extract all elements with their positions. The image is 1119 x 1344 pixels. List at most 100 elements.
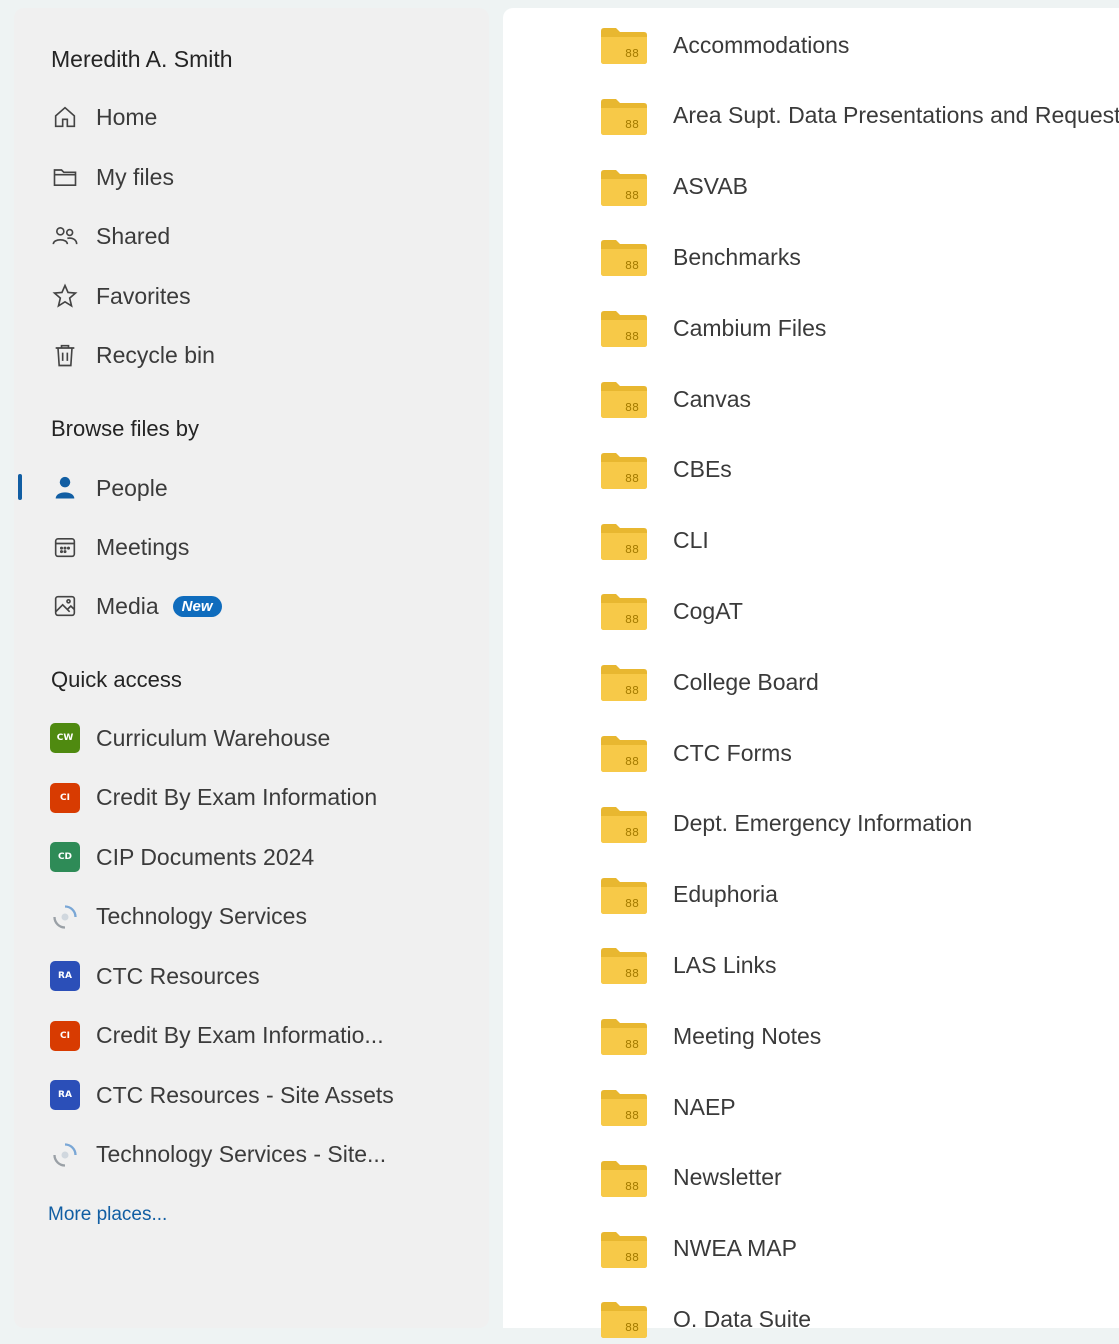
svg-text:88: 88 [625, 1321, 639, 1334]
folder-row[interactable]: 88 Eduphoria [599, 870, 778, 920]
quick-access-item[interactable]: CD CIP Documents 2024 [50, 837, 314, 877]
svg-text:88: 88 [625, 1038, 639, 1051]
svg-text:88: 88 [625, 897, 639, 910]
shared-folder-icon: 88 [599, 1016, 649, 1056]
site-icon: CI [50, 1020, 80, 1051]
folder-row[interactable]: 88 CogAT [599, 586, 743, 636]
folder-row[interactable]: 88 Newsletter [599, 1153, 782, 1203]
nav-favorites-label: Favorites [96, 282, 191, 309]
quick-access-label: Technology Services - Site... [96, 1141, 387, 1167]
folder-row[interactable]: 88 O. Data Suite [599, 1294, 811, 1344]
site-icon: RA [50, 961, 80, 991]
nav-favorites[interactable]: Favorites [50, 276, 191, 316]
quick-access-item[interactable]: CW Curriculum Warehouse [50, 718, 330, 758]
folder-name: Benchmarks [673, 243, 801, 270]
site-icon: CW [50, 723, 80, 753]
nav-shared[interactable]: Shared [50, 216, 170, 256]
folder-name: Eduphoria [673, 881, 778, 908]
nav-recycle-bin[interactable]: Recycle bin [50, 335, 215, 375]
nav-shared-label: Shared [96, 222, 171, 249]
home-icon [50, 102, 80, 132]
folder-name: CBEs [673, 456, 732, 483]
shared-folder-icon: 88 [599, 379, 649, 419]
folder-row[interactable]: 88 ASVAB [599, 162, 748, 212]
sidebar: Meredith A. Smith Home My files Shared F… [14, 8, 489, 1328]
new-badge: New [172, 595, 222, 617]
folder-row[interactable]: 88 College Board [599, 657, 819, 707]
svg-text:88: 88 [625, 401, 639, 414]
quick-access-item[interactable]: Technology Services [50, 897, 307, 937]
folder-icon [50, 162, 80, 192]
quick-access-label: Technology Services [96, 903, 307, 929]
folder-name: ASVAB [673, 173, 748, 200]
shared-folder-icon: 88 [599, 804, 649, 844]
browse-meetings[interactable]: Meetings [50, 527, 189, 567]
nav-home[interactable]: Home [50, 97, 157, 137]
browse-heading: Browse files by [51, 416, 199, 441]
shared-folder-icon: 88 [599, 1229, 649, 1269]
quick-access-item[interactable]: Technology Services - Site... [50, 1135, 386, 1175]
folder-row[interactable]: 88 Cambium Files [599, 303, 826, 353]
image-icon [50, 591, 80, 621]
quick-access-item[interactable]: CI Credit By Exam Informatio... [50, 1016, 384, 1056]
svg-text:88: 88 [625, 967, 639, 980]
folder-name: Accommodations [673, 31, 850, 58]
folder-row[interactable]: 88 NAEP [599, 1082, 736, 1132]
folder-row[interactable]: 88 CBEs [599, 445, 732, 495]
quick-access-label: Credit By Exam Informatio... [96, 1022, 384, 1048]
folder-row[interactable]: 88 NWEA MAP [599, 1224, 797, 1274]
svg-text:88: 88 [625, 613, 639, 626]
user-name: Meredith A. Smith [51, 46, 233, 72]
calendar-icon [50, 532, 80, 562]
folder-name: Canvas [673, 385, 751, 412]
svg-text:88: 88 [625, 47, 639, 60]
svg-text:88: 88 [625, 118, 639, 131]
folder-row[interactable]: 88 Dept. Emergency Information [599, 799, 972, 849]
svg-text:88: 88 [625, 189, 639, 202]
shared-folder-icon: 88 [599, 1087, 649, 1127]
shared-folder-icon: 88 [599, 733, 649, 773]
folder-row[interactable]: 88 Accommodations [599, 20, 849, 70]
folder-name: LAS Links [673, 951, 777, 978]
folder-row[interactable]: 88 CLI [599, 516, 709, 566]
browse-meetings-label: Meetings [96, 533, 190, 560]
quick-access-label: Credit By Exam Information [96, 784, 378, 810]
folder-name: O. Data Suite [673, 1305, 812, 1332]
quick-access-label: CTC Resources [96, 962, 260, 989]
shared-folder-icon: 88 [599, 945, 649, 985]
folder-row[interactable]: 88 Meeting Notes [599, 1011, 821, 1061]
folder-row[interactable]: 88 Benchmarks [599, 232, 801, 282]
svg-text:88: 88 [625, 826, 639, 839]
shared-folder-icon: 88 [599, 237, 649, 277]
folder-name: Newsletter [673, 1164, 782, 1191]
site-icon [50, 902, 80, 932]
quick-access-item[interactable]: RA CTC Resources - Site Assets [50, 1075, 394, 1115]
shared-folder-icon: 88 [599, 521, 649, 561]
svg-text:88: 88 [625, 543, 639, 556]
folder-name: NWEA MAP [673, 1235, 797, 1262]
folder-row[interactable]: 88 Area Supt. Data Presentations and Requ… [599, 91, 1119, 141]
person-icon [50, 473, 80, 503]
folder-row[interactable]: 88 CTC Forms [599, 728, 792, 778]
folder-row[interactable]: 88 Canvas [599, 374, 751, 424]
folder-name: Meeting Notes [673, 1022, 822, 1049]
quick-access-heading: Quick access [51, 667, 182, 692]
svg-text:88: 88 [625, 1251, 639, 1264]
browse-media[interactable]: Media New [50, 586, 222, 626]
browse-people[interactable]: People [50, 468, 168, 508]
shared-folder-icon: 88 [599, 450, 649, 490]
more-places-link[interactable]: More places... [48, 1204, 167, 1226]
folder-name: NAEP [673, 1093, 736, 1120]
nav-my-files[interactable]: My files [50, 157, 174, 197]
quick-access-item[interactable]: RA CTC Resources [50, 956, 260, 996]
svg-text:88: 88 [625, 1109, 639, 1122]
shared-folder-icon: 88 [599, 25, 649, 65]
quick-access-label: Curriculum Warehouse [96, 724, 331, 751]
shared-folder-icon: 88 [599, 1299, 649, 1339]
folder-row[interactable]: 88 LAS Links [599, 940, 777, 990]
star-icon [50, 281, 80, 311]
shared-folder-icon: 88 [599, 308, 649, 348]
site-icon: CI [50, 782, 80, 813]
quick-access-item[interactable]: CI Credit By Exam Information [50, 778, 377, 818]
site-icon: RA [50, 1080, 80, 1110]
